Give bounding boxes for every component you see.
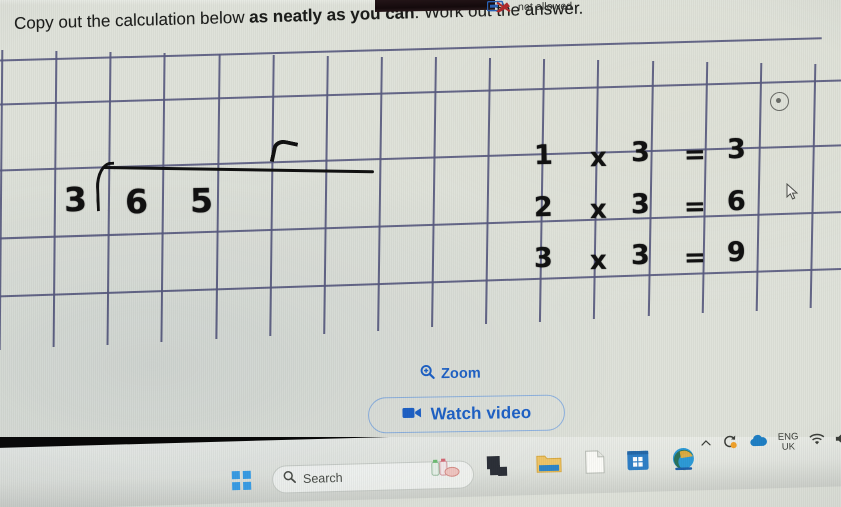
language-line-2: UK <box>781 440 796 453</box>
status-badge-label: not allowed <box>518 0 573 13</box>
status-badge: not allowed <box>486 0 573 14</box>
file-explorer-icon[interactable] <box>536 452 563 480</box>
grid-line-vertical <box>755 63 762 311</box>
watch-video-label: Watch video <box>430 402 532 424</box>
copilot-app-icon[interactable] <box>430 457 461 487</box>
grid-line-vertical <box>701 62 708 314</box>
handwriting-dividend-digit-2: 5 <box>189 180 214 221</box>
grid-line-vertical <box>0 49 3 351</box>
system-tray: ENG UK <box>700 430 841 455</box>
cast-not-allowed-icon <box>486 0 513 13</box>
times-table-cell: 3 <box>726 133 747 165</box>
microsoft-store-icon[interactable] <box>627 449 650 477</box>
microsoft-edge-icon[interactable] <box>671 447 697 478</box>
times-table-cell: = <box>683 242 707 274</box>
onedrive-cloud-icon[interactable] <box>749 434 768 453</box>
windows-start-button[interactable] <box>231 470 252 491</box>
times-table-cell: = <box>683 139 707 171</box>
instruction-text-part1: Copy out the calculation below <box>13 7 250 33</box>
grid-line-vertical <box>593 60 600 320</box>
grid-line-vertical <box>323 55 329 334</box>
screen-top-edge <box>0 0 378 5</box>
zoom-button[interactable]: Zoom <box>420 364 481 385</box>
times-table-cell: 3 <box>533 242 554 275</box>
times-table-cell: 1 <box>533 139 554 172</box>
grid-line-vertical <box>377 56 383 331</box>
handwriting-divisor: 3 <box>63 179 88 220</box>
task-view-icon[interactable] <box>486 455 510 484</box>
times-table-cell: 2 <box>533 191 554 224</box>
wifi-icon[interactable] <box>808 432 824 450</box>
search-placeholder: Search <box>302 470 343 486</box>
chevron-up-icon[interactable] <box>700 435 712 453</box>
handwriting-dividend-digit-1: 6 <box>124 181 149 222</box>
zoom-in-icon <box>420 364 435 384</box>
video-camera-icon <box>402 405 422 424</box>
times-table-cell: 9 <box>726 236 747 268</box>
grid-line-vertical <box>485 58 491 325</box>
sync-status-icon[interactable] <box>722 433 740 454</box>
times-table-cell: x <box>589 143 608 174</box>
mouse-cursor <box>786 182 799 206</box>
grid-line-vertical <box>431 57 437 328</box>
times-table-cell: x <box>589 246 608 277</box>
grid-line-horizontal <box>0 37 822 62</box>
grid-line-vertical <box>539 59 545 322</box>
times-table-cell: x <box>589 195 608 226</box>
language-indicator[interactable]: ENG UK <box>778 431 799 453</box>
times-table-cell: 6 <box>726 185 747 217</box>
grid-line-horizontal <box>0 267 841 298</box>
times-table-cell: 3 <box>630 136 651 169</box>
times-table-cell: 3 <box>630 188 651 220</box>
volume-icon[interactable] <box>834 431 841 449</box>
search-icon <box>283 470 296 488</box>
times-table-cell: 3 <box>630 239 651 271</box>
grid-line-vertical <box>52 50 58 348</box>
grid-line-horizontal <box>0 78 841 106</box>
document-app-icon[interactable] <box>585 450 606 480</box>
grid-line-vertical <box>809 64 816 308</box>
grid-line-vertical <box>160 52 166 342</box>
watch-video-button[interactable]: Watch video <box>367 394 566 434</box>
zoom-button-label: Zoom <box>440 365 481 383</box>
times-table-cell: = <box>683 191 707 223</box>
photographed-screen: not allowed Copy out the calculation bel… <box>0 0 841 507</box>
